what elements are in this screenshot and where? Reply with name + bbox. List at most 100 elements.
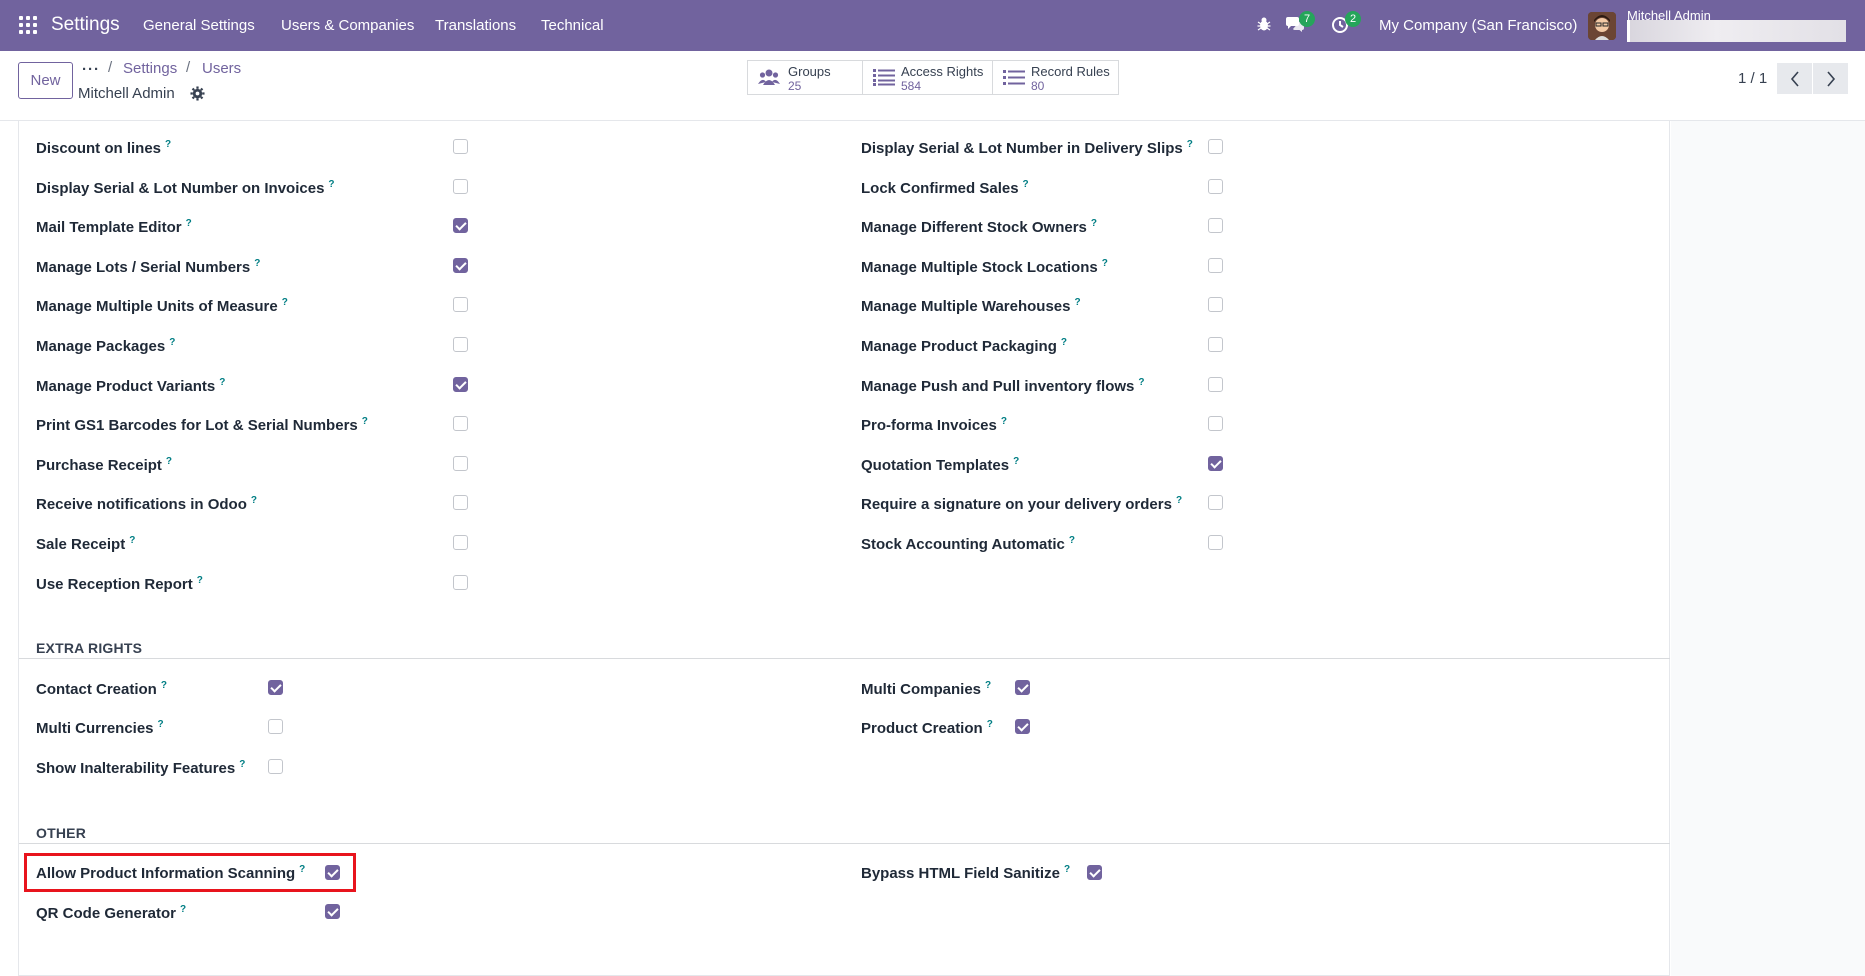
help-tooltip-icon[interactable]: ? — [219, 377, 225, 388]
help-tooltip-icon[interactable]: ? — [197, 575, 203, 586]
help-tooltip-icon[interactable]: ? — [161, 680, 167, 691]
checkbox-multiple-warehouses[interactable] — [1208, 297, 1223, 312]
menu-technical[interactable]: Technical — [541, 17, 604, 34]
top-navbar: Settings General Settings Users & Compan… — [0, 0, 1865, 51]
checkbox-manage-packages[interactable] — [453, 337, 468, 352]
help-tooltip-icon[interactable]: ? — [129, 535, 135, 546]
menu-users-companies[interactable]: Users & Companies — [281, 17, 414, 34]
help-tooltip-icon[interactable]: ? — [180, 904, 186, 915]
checkbox-quotation-templates[interactable] — [1208, 456, 1223, 471]
checkbox-qr-code-generator[interactable] — [325, 904, 340, 919]
checkbox-delivery-signature[interactable] — [1208, 495, 1223, 510]
pager-next-button[interactable] — [1813, 63, 1848, 94]
help-tooltip-icon[interactable]: ? — [987, 719, 993, 730]
record-rules-smart-button[interactable]: Record Rules 80 — [993, 61, 1118, 94]
form-background — [1671, 121, 1865, 976]
section-title-extra-rights: EXTRA RIGHTS — [36, 640, 143, 656]
help-tooltip-icon[interactable]: ? — [1013, 456, 1019, 467]
help-tooltip-icon[interactable]: ? — [1074, 297, 1080, 308]
access-rights-label: Access Rights — [901, 64, 984, 79]
checkbox-sale-receipt[interactable] — [453, 535, 468, 550]
checkbox-contact-creation[interactable] — [268, 680, 283, 695]
company-switcher[interactable]: My Company (San Francisco) — [1379, 17, 1577, 34]
section-divider — [19, 843, 1670, 844]
checkbox-notifications-odoo[interactable] — [453, 495, 468, 510]
checkbox-gs1-barcodes[interactable] — [453, 416, 468, 431]
help-tooltip-icon[interactable]: ? — [328, 179, 334, 190]
field-label: Manage Product Packaging? — [861, 337, 1067, 355]
checkbox-purchase-receipt[interactable] — [453, 456, 468, 471]
field-label: Stock Accounting Automatic? — [861, 535, 1076, 553]
checkbox-multiple-uom[interactable] — [453, 297, 468, 312]
field-label: QR Code Generator? — [36, 904, 187, 922]
field-label: Manage Different Stock Owners? — [861, 218, 1097, 236]
user-avatar[interactable] — [1588, 12, 1616, 40]
help-tooltip-icon[interactable]: ? — [1187, 139, 1193, 150]
menu-translations[interactable]: Translations — [435, 17, 516, 34]
checkbox-mail-template-editor[interactable] — [453, 218, 468, 233]
help-tooltip-icon[interactable]: ? — [985, 680, 991, 691]
field-label: Manage Multiple Stock Locations? — [861, 258, 1108, 276]
checkbox-stock-owners[interactable] — [1208, 218, 1223, 233]
debug-bug-icon[interactable] — [1256, 16, 1272, 32]
help-tooltip-icon[interactable]: ? — [186, 218, 192, 229]
checkbox-stock-accounting-automatic[interactable] — [1208, 535, 1223, 550]
breadcrumb-users[interactable]: Users — [202, 60, 241, 77]
breadcrumb-more-icon[interactable]: ··· — [82, 61, 100, 78]
apps-grid-icon[interactable] — [19, 16, 37, 34]
access-rights-smart-button[interactable]: Access Rights 584 — [863, 61, 993, 94]
field-label: Manage Lots / Serial Numbers? — [36, 258, 261, 276]
help-tooltip-icon[interactable]: ? — [239, 759, 245, 770]
gear-icon[interactable] — [190, 86, 205, 101]
checkbox-push-pull-flows[interactable] — [1208, 377, 1223, 392]
list-icon — [1003, 70, 1025, 85]
checkbox-bypass-html-sanitize[interactable] — [1087, 865, 1102, 880]
groups-smart-button[interactable]: Groups 25 — [748, 61, 863, 94]
checkbox-serial-lot-delivery[interactable] — [1208, 139, 1223, 154]
field-label: Mail Template Editor? — [36, 218, 192, 236]
checkbox-reception-report[interactable] — [453, 575, 468, 590]
checkbox-discount-on-lines[interactable] — [453, 139, 468, 154]
help-tooltip-icon[interactable]: ? — [1176, 495, 1182, 506]
help-tooltip-icon[interactable]: ? — [251, 495, 257, 506]
help-tooltip-icon[interactable]: ? — [1102, 258, 1108, 269]
checkbox-proforma-invoices[interactable] — [1208, 416, 1223, 431]
checkbox-multi-currencies[interactable] — [268, 719, 283, 734]
checkbox-product-variants[interactable] — [453, 377, 468, 392]
help-tooltip-icon[interactable]: ? — [165, 139, 171, 150]
pager-previous-button[interactable] — [1777, 63, 1812, 94]
field-label: Product Creation? — [861, 719, 993, 737]
breadcrumb-settings[interactable]: Settings — [123, 60, 177, 77]
help-tooltip-icon[interactable]: ? — [158, 719, 164, 730]
highlight-annotation-box — [24, 853, 356, 892]
help-tooltip-icon[interactable]: ? — [1091, 218, 1097, 229]
checkbox-multi-companies[interactable] — [1015, 680, 1030, 695]
app-name[interactable]: Settings — [51, 14, 120, 36]
help-tooltip-icon[interactable]: ? — [169, 337, 175, 348]
help-tooltip-icon[interactable]: ? — [1064, 864, 1070, 875]
menu-general-settings[interactable]: General Settings — [143, 17, 255, 34]
checkbox-inalterability-features[interactable] — [268, 759, 283, 774]
chevron-left-icon — [1790, 70, 1799, 87]
pager-value[interactable]: 1 / 1 — [1738, 70, 1767, 87]
new-button[interactable]: New — [18, 62, 73, 99]
checkbox-product-creation[interactable] — [1015, 719, 1030, 734]
smart-buttons: Groups 25 Access Rights 584 Record Rules… — [747, 60, 1119, 95]
help-tooltip-icon[interactable]: ? — [282, 297, 288, 308]
help-tooltip-icon[interactable]: ? — [1001, 416, 1007, 427]
help-tooltip-icon[interactable]: ? — [1061, 337, 1067, 348]
help-tooltip-icon[interactable]: ? — [1023, 179, 1029, 190]
checkbox-serial-lot-invoices[interactable] — [453, 179, 468, 194]
chevron-right-icon — [1826, 70, 1835, 87]
help-tooltip-icon[interactable]: ? — [166, 456, 172, 467]
checkbox-lots-serial-numbers[interactable] — [453, 258, 468, 273]
field-label: Discount on lines? — [36, 139, 172, 157]
checkbox-stock-locations[interactable] — [1208, 258, 1223, 273]
help-tooltip-icon[interactable]: ? — [254, 258, 260, 269]
checkbox-product-packaging[interactable] — [1208, 337, 1223, 352]
checkbox-lock-confirmed-sales[interactable] — [1208, 179, 1223, 194]
field-label: Show Inalterability Features? — [36, 759, 246, 777]
help-tooltip-icon[interactable]: ? — [362, 416, 368, 427]
help-tooltip-icon[interactable]: ? — [1138, 377, 1144, 388]
help-tooltip-icon[interactable]: ? — [1069, 535, 1075, 546]
